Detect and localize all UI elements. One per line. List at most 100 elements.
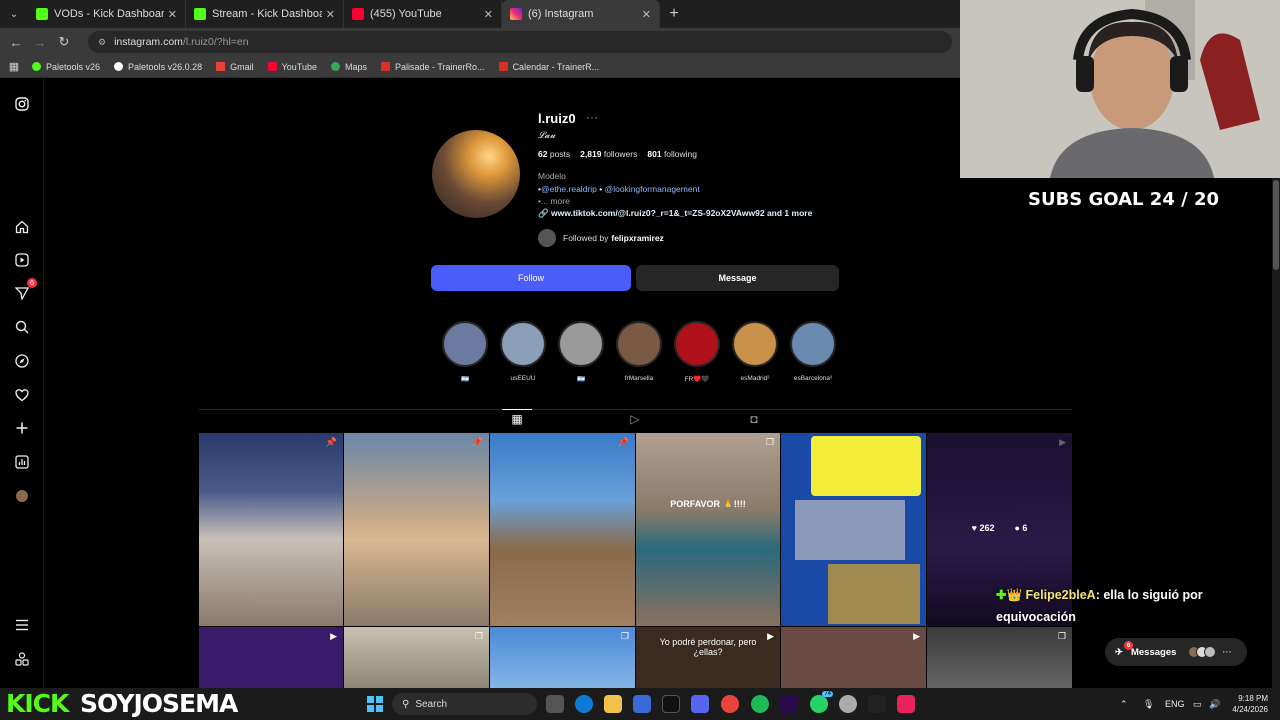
profile-avatar[interactable]	[12, 486, 32, 506]
post-tile[interactable]: ▶	[781, 627, 926, 693]
apps-grid-icon[interactable]: ▦	[0, 60, 28, 73]
highlight-item[interactable]: esMadrid²	[730, 321, 780, 382]
highlight-label: 🇦🇷	[460, 376, 470, 383]
system-clock[interactable]: 9:18 PM 4/24/2026	[1224, 693, 1268, 715]
edge-icon[interactable]	[575, 695, 593, 713]
bookmark-item[interactable]: YouTube	[267, 62, 317, 72]
reload-icon[interactable]: ↻	[52, 34, 76, 50]
back-arrow-icon[interactable]: ←	[4, 35, 28, 50]
highlight-item[interactable]: usEEUU	[498, 321, 548, 382]
home-icon[interactable]	[12, 217, 32, 237]
tab-label: (455) YouTube	[370, 8, 442, 20]
post-tile[interactable]: ❐	[490, 627, 635, 693]
microphone-icon[interactable]: 🎙	[1143, 688, 1154, 720]
post-tile[interactable]: ▶ Yo podré perdonar, pero ¿ellas?	[636, 627, 780, 693]
post-tile[interactable]: ▶	[199, 627, 343, 693]
profile-picture[interactable]	[432, 130, 520, 218]
highlight-item[interactable]: esBarcelona²	[788, 321, 838, 382]
app-icon[interactable]	[868, 695, 886, 713]
bio-more-link[interactable]: •... more	[538, 196, 570, 206]
messages-pill[interactable]: ✈ 6 Messages ···	[1105, 638, 1247, 666]
bookmark-item[interactable]: Calendar - TrainerR...	[498, 62, 599, 72]
windows-start-icon[interactable]	[367, 696, 383, 712]
tiktok-icon[interactable]	[662, 695, 680, 713]
highlight-label: 🇦🇷	[576, 376, 586, 383]
taskbar-search[interactable]: ⚲ Search	[392, 693, 537, 715]
tiktok-live-icon[interactable]	[897, 695, 915, 713]
bio-external-link[interactable]: 🔗 www.tiktok.com/@l.ruiz0?_r=1&_t=ZS-92o…	[538, 208, 812, 219]
post-tile[interactable]: ❐ PORFAVOR 🙏!!!!	[636, 433, 780, 626]
reels-tab-icon[interactable]: ▷	[620, 412, 650, 426]
highlight-item[interactable]: 🇦🇷	[556, 321, 606, 383]
file-explorer-icon[interactable]	[604, 695, 622, 713]
heart-notifications-icon[interactable]	[12, 385, 32, 405]
bookmark-item[interactable]: Palisade - TrainerRo...	[381, 62, 485, 72]
post-tile[interactable]	[781, 433, 926, 626]
tab-youtube[interactable]: (455) YouTube ✕	[344, 0, 502, 28]
tray-chevron-icon[interactable]: ⌃	[1120, 688, 1128, 720]
search-icon[interactable]	[12, 317, 32, 337]
premiere-icon[interactable]	[780, 695, 798, 713]
dashboard-chart-icon[interactable]	[12, 452, 32, 472]
bookmark-icon	[32, 62, 41, 71]
spotify-icon[interactable]	[751, 695, 769, 713]
bookmark-item[interactable]: Gmail	[216, 62, 254, 72]
post-tile[interactable]: ❐	[344, 627, 489, 693]
tab-vods-kick[interactable]: VODs - Kick Dashboard ✕	[28, 0, 186, 28]
post-tile[interactable]: ❐	[927, 627, 1072, 693]
also-from-meta-icon[interactable]	[12, 649, 32, 669]
discord-icon[interactable]	[691, 695, 709, 713]
tagged-tab-icon[interactable]: ◘	[739, 412, 769, 426]
followed-by[interactable]: Followed by felipxramirez	[538, 229, 664, 247]
close-icon[interactable]: ✕	[642, 8, 651, 21]
explore-compass-icon[interactable]	[12, 351, 32, 371]
forward-arrow-icon[interactable]: →	[28, 35, 52, 50]
tab-instagram[interactable]: (6) Instagram ✕	[502, 0, 660, 28]
whatsapp-icon[interactable]: 74	[810, 691, 833, 713]
mention-link[interactable]: @ethe.realdrip	[541, 184, 597, 194]
bookmark-item[interactable]: Paletools v26	[32, 62, 100, 72]
highlight-item[interactable]: 🇦🇷	[440, 321, 490, 383]
posts-grid-icon[interactable]: ▦	[502, 409, 532, 426]
youtube-favicon-icon	[352, 8, 364, 20]
microsoft-store-icon[interactable]	[633, 695, 651, 713]
follow-button[interactable]: Follow	[431, 265, 631, 291]
create-plus-icon[interactable]	[12, 418, 32, 438]
message-avatars	[1188, 646, 1217, 658]
settings-gear-icon[interactable]	[839, 695, 857, 713]
messages-label: Messages	[1130, 646, 1177, 658]
followers-link[interactable]: 2,819 followers	[580, 149, 637, 159]
close-icon[interactable]: ✕	[484, 8, 493, 21]
message-button[interactable]: Message	[636, 265, 839, 291]
tab-stream-kick[interactable]: Stream - Kick Dashboard ✕	[186, 0, 344, 28]
tab-search-icon[interactable]: ⌄	[0, 0, 28, 28]
reels-icon[interactable]	[12, 250, 32, 270]
highlight-item[interactable]: FR♥️🖤	[672, 321, 722, 383]
volume-icon[interactable]: 🔊	[1209, 688, 1220, 720]
post-tile[interactable]: 📌	[199, 433, 343, 626]
url-field[interactable]: ⚙ instagram.com/l.ruiz0/?hl=en	[88, 31, 952, 53]
chrome-icon[interactable]	[721, 695, 739, 713]
task-view-icon[interactable]	[546, 695, 564, 713]
youtube-icon	[267, 62, 277, 71]
new-tab-button[interactable]: +	[660, 5, 688, 23]
site-info-icon[interactable]: ⚙	[98, 37, 106, 48]
post-tile[interactable]: 📌	[344, 433, 489, 626]
more-menu-icon[interactable]	[12, 615, 32, 635]
highlight-item[interactable]: frMarsella	[614, 321, 664, 382]
scrollbar-thumb[interactable]	[1273, 180, 1279, 270]
close-icon[interactable]: ✕	[326, 8, 335, 21]
options-more-icon[interactable]: ···	[586, 110, 598, 124]
bookmark-item[interactable]: Paletools v26.0.28	[114, 62, 202, 72]
comments-count: ● 6	[1014, 523, 1028, 533]
mention-link[interactable]: @lookingformanagement	[605, 184, 700, 194]
kick-favicon-icon	[36, 8, 48, 20]
close-icon[interactable]: ✕	[168, 8, 177, 21]
direct-messages-icon[interactable]: 6	[12, 278, 37, 303]
instagram-logo-icon[interactable]	[12, 94, 32, 114]
network-icon[interactable]: ▭	[1193, 688, 1202, 720]
following-link[interactable]: 801 following	[647, 149, 697, 159]
bookmark-item[interactable]: Maps	[331, 62, 367, 72]
post-tile[interactable]: 📌	[490, 433, 635, 626]
language-indicator[interactable]: ENG	[1165, 688, 1185, 720]
